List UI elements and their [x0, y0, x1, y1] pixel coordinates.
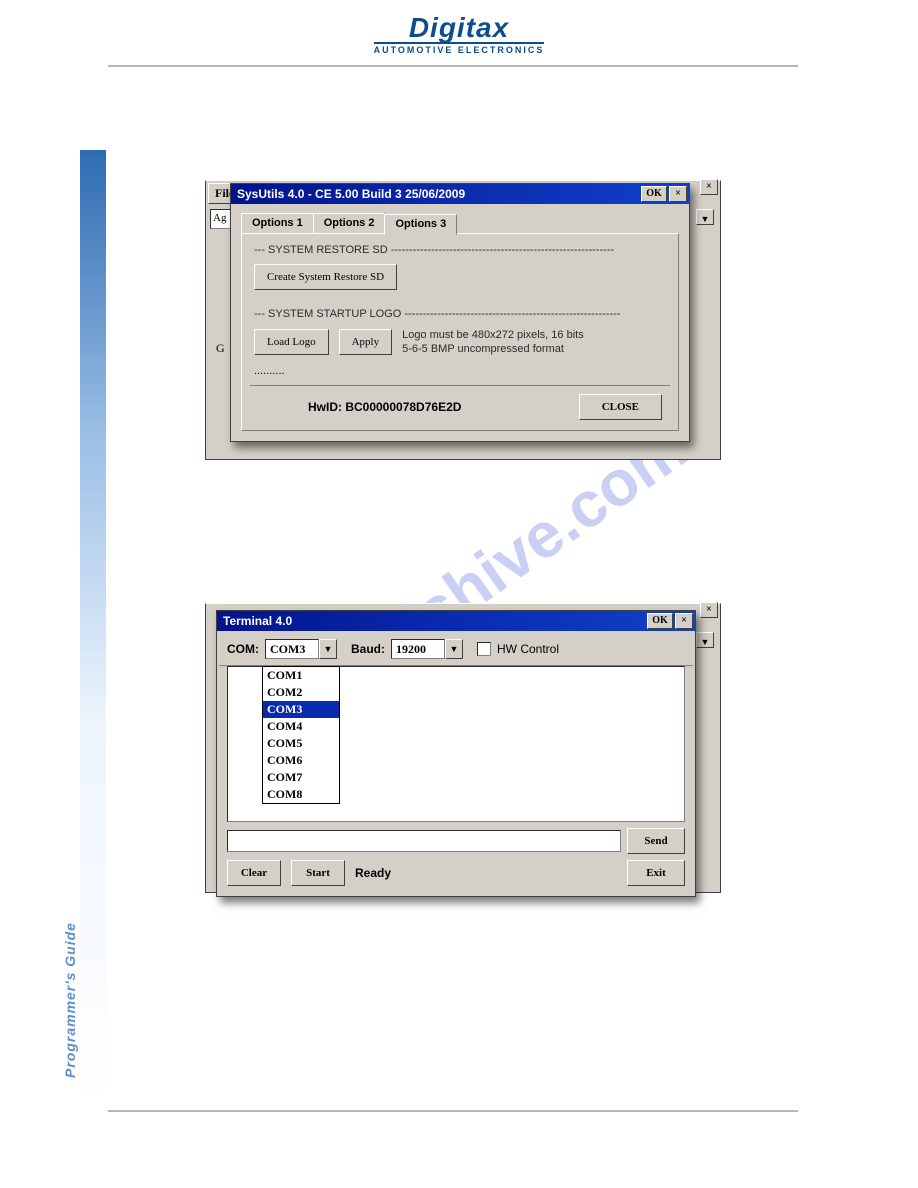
brand-logo: Digitax AUTOMOTIVE ELECTRONICS: [374, 14, 545, 55]
sysutils-window: SysUtils 4.0 - CE 5.00 Build 3 25/06/200…: [230, 183, 690, 442]
close-icon[interactable]: ×: [700, 179, 718, 195]
exit-button[interactable]: Exit: [627, 860, 685, 886]
com-dropdown-list[interactable]: COM1 COM2 COM3 COM4 COM5 COM6 COM7 COM8: [262, 666, 340, 804]
baud-label: Baud:: [351, 642, 385, 656]
tab-options-2[interactable]: Options 2: [313, 213, 386, 234]
chevron-down-icon[interactable]: [696, 632, 714, 648]
com-label: COM:: [227, 642, 259, 656]
page-header: Digitax AUTOMOTIVE ELECTRONICS: [0, 0, 918, 63]
close-icon[interactable]: ×: [675, 613, 693, 629]
com-combo[interactable]: COM3: [265, 639, 337, 659]
logo-hint-line2: 5-6-5 BMP uncompressed format: [402, 343, 564, 355]
section-logo-label: --- SYSTEM STARTUP LOGO ----------------…: [254, 308, 666, 320]
com-option[interactable]: COM1: [263, 667, 339, 684]
titlebar-buttons: OK ×: [641, 186, 687, 202]
tabstrip: Options 1 Options 2 Options 3: [241, 212, 687, 233]
com-option[interactable]: COM2: [263, 684, 339, 701]
sidebar-caption: Programmer's Guide: [62, 922, 78, 1078]
com-option[interactable]: COM5: [263, 735, 339, 752]
send-button[interactable]: Send: [627, 828, 685, 854]
tab-options-1[interactable]: Options 1: [241, 213, 314, 234]
clear-button[interactable]: Clear: [227, 860, 281, 886]
load-logo-button[interactable]: Load Logo: [254, 329, 329, 355]
create-restore-button[interactable]: Create System Restore SD: [254, 264, 397, 290]
cropped-text: Ag: [210, 209, 232, 229]
chevron-down-icon[interactable]: [319, 639, 337, 659]
apply-button[interactable]: Apply: [339, 329, 393, 355]
com-option[interactable]: COM4: [263, 718, 339, 735]
close-icon[interactable]: ×: [700, 602, 718, 618]
hw-control-checkbox[interactable]: [477, 642, 491, 656]
status-label: Ready: [355, 866, 391, 880]
page: Digitax AUTOMOTIVE ELECTRONICS Programme…: [0, 0, 918, 1188]
brand-subtitle: AUTOMOTIVE ELECTRONICS: [374, 42, 545, 55]
dots-placeholder: ..........: [254, 365, 666, 377]
client-area: COM: COM3 Baud: 19200 HW Control COM1 CO…: [217, 631, 695, 896]
header-divider: [108, 65, 798, 67]
client-area: Options 1 Options 2 Options 3 --- SYSTEM…: [231, 204, 689, 441]
terminal-textarea[interactable]: COM1 COM2 COM3 COM4 COM5 COM6 COM7 COM8: [227, 666, 685, 822]
titlebar[interactable]: SysUtils 4.0 - CE 5.00 Build 3 25/06/200…: [231, 184, 689, 204]
footer-divider: [108, 1110, 798, 1112]
page-sidebar: Programmer's Guide: [80, 150, 106, 1108]
com-value[interactable]: COM3: [265, 639, 319, 659]
close-icon[interactable]: ×: [669, 186, 687, 202]
tab-options-3[interactable]: Options 3: [384, 214, 457, 235]
chevron-down-icon[interactable]: [445, 639, 463, 659]
baud-value[interactable]: 19200: [391, 639, 445, 659]
send-input[interactable]: [227, 830, 621, 852]
close-button[interactable]: CLOSE: [579, 394, 662, 420]
logo-hint: Logo must be 480x272 pixels, 16 bits 5-6…: [402, 328, 584, 357]
com-option[interactable]: COM7: [263, 769, 339, 786]
hw-control-label: HW Control: [497, 642, 559, 656]
send-row: Send: [227, 828, 685, 854]
window-title: SysUtils 4.0 - CE 5.00 Build 3 25/06/200…: [237, 187, 465, 201]
com-option[interactable]: COM3: [263, 701, 339, 718]
ok-button[interactable]: OK: [641, 186, 667, 202]
window-title: Terminal 4.0: [223, 614, 292, 628]
ok-button[interactable]: OK: [647, 613, 673, 629]
start-button[interactable]: Start: [291, 860, 345, 886]
section-restore-label: --- SYSTEM RESTORE SD ------------------…: [254, 244, 666, 256]
chevron-down-icon[interactable]: [696, 209, 714, 225]
hwid-label: HwID: BC00000078D76E2D: [308, 400, 461, 414]
titlebar-buttons: OK ×: [647, 613, 693, 629]
stray-char: G: [216, 341, 225, 356]
titlebar[interactable]: Terminal 4.0 OK ×: [217, 611, 695, 631]
com-option[interactable]: COM8: [263, 786, 339, 803]
logo-row: Load Logo Apply Logo must be 480x272 pix…: [254, 328, 666, 357]
footer-row: HwID: BC00000078D76E2D CLOSE: [250, 385, 670, 424]
com-option[interactable]: COM6: [263, 752, 339, 769]
terminal-window: Terminal 4.0 OK × COM: COM3 Baud: 19200 …: [216, 610, 696, 897]
tab-panel: --- SYSTEM RESTORE SD ------------------…: [241, 233, 679, 431]
settings-row: COM: COM3 Baud: 19200 HW Control: [219, 633, 693, 666]
baud-combo[interactable]: 19200: [391, 639, 463, 659]
logo-hint-line1: Logo must be 480x272 pixels, 16 bits: [402, 329, 584, 341]
bottom-row: Clear Start Ready Exit: [227, 860, 685, 886]
brand-name: Digitax: [409, 12, 509, 43]
